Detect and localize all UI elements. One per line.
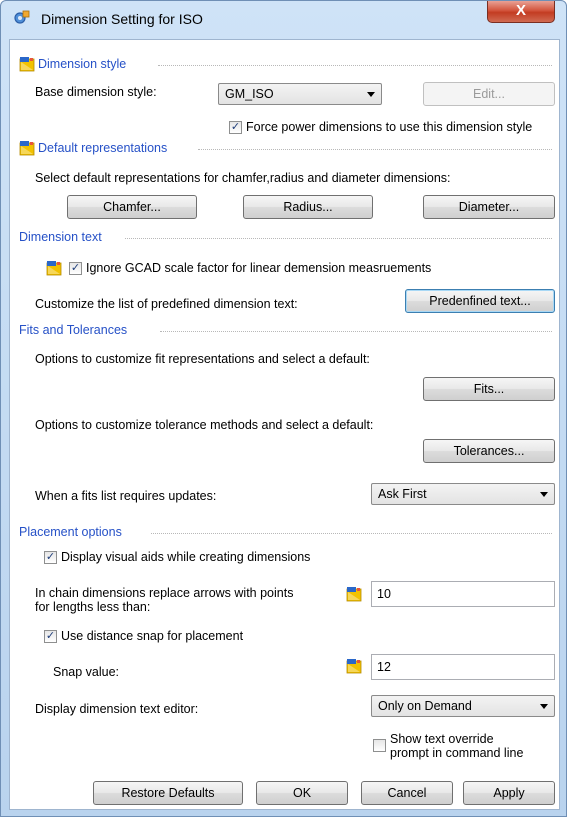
radius-button[interactable]: Radius... bbox=[243, 195, 373, 219]
section-heading: Fits and Tolerances bbox=[19, 323, 128, 337]
base-style-label: Base dimension style: bbox=[35, 85, 157, 99]
ignore-scale-checkbox[interactable]: ✓ bbox=[69, 262, 82, 275]
fits-description: Options to customize fit representations… bbox=[35, 352, 370, 366]
section-divider bbox=[160, 331, 552, 332]
chevron-down-icon bbox=[367, 92, 375, 97]
text-override-label-line1: Show text override bbox=[390, 732, 494, 746]
chevron-down-icon bbox=[540, 704, 548, 709]
visual-aids-label: Display visual aids while creating dimen… bbox=[61, 550, 311, 564]
gcad-setting-icon bbox=[19, 56, 36, 72]
ignore-scale-label: Ignore GCAD scale factor for linear deme… bbox=[86, 261, 432, 275]
section-divider bbox=[198, 149, 552, 150]
base-style-value: GM_ISO bbox=[225, 87, 274, 101]
tolerances-description: Options to customize tolerance methods a… bbox=[35, 418, 374, 432]
section-divider bbox=[158, 65, 552, 66]
distance-snap-label: Use distance snap for placement bbox=[61, 629, 244, 643]
section-heading: Dimension text bbox=[19, 230, 102, 244]
gcad-setting-icon bbox=[346, 658, 363, 674]
section-placement-options: Placement options bbox=[19, 525, 122, 541]
section-divider bbox=[151, 533, 552, 534]
gcad-setting-icon bbox=[46, 260, 63, 276]
chamfer-button[interactable]: Chamfer... bbox=[67, 195, 197, 219]
dialog-client-area: Dimension style Base dimension style: GM… bbox=[9, 39, 560, 810]
distance-snap-checkbox[interactable]: ✓ bbox=[44, 630, 57, 643]
customize-text-label: Customize the list of predefined dimensi… bbox=[35, 297, 298, 311]
section-heading: Default representations bbox=[38, 141, 168, 155]
gcad-setting-icon bbox=[19, 140, 36, 156]
base-style-select[interactable]: GM_ISO bbox=[218, 83, 382, 105]
snap-value-label: Snap value: bbox=[53, 665, 120, 679]
chevron-down-icon bbox=[540, 492, 548, 497]
apply-button[interactable]: Apply bbox=[463, 781, 555, 805]
text-override-checkbox[interactable]: ✓ bbox=[373, 739, 386, 752]
edit-button[interactable]: Edit... bbox=[423, 82, 555, 106]
section-heading: Placement options bbox=[19, 525, 122, 539]
chain-label-line1: In chain dimensions replace arrows with … bbox=[35, 586, 294, 600]
close-button[interactable]: X bbox=[487, 1, 555, 23]
chain-label-line2: for lengths less than: bbox=[35, 600, 151, 614]
cancel-button[interactable]: Cancel bbox=[361, 781, 453, 805]
snap-value-input[interactable]: 12 bbox=[371, 654, 555, 680]
force-power-checkbox[interactable]: ✓ bbox=[229, 121, 242, 134]
section-dimension-style: Dimension style bbox=[38, 57, 126, 73]
section-default-representations: Default representations bbox=[38, 141, 167, 157]
tolerances-button[interactable]: Tolerances... bbox=[423, 439, 555, 463]
ok-button[interactable]: OK bbox=[256, 781, 348, 805]
visual-aids-checkbox[interactable]: ✓ bbox=[44, 551, 57, 564]
text-editor-value: Only on Demand bbox=[378, 699, 472, 713]
section-fits-tolerances: Fits and Tolerances bbox=[19, 323, 127, 339]
text-editor-label: Display dimension text editor: bbox=[35, 702, 199, 716]
representations-description: Select default representations for chamf… bbox=[35, 171, 451, 185]
fits-update-value: Ask First bbox=[378, 487, 427, 501]
gear-app-icon bbox=[14, 10, 30, 24]
text-editor-select[interactable]: Only on Demand bbox=[371, 695, 555, 717]
fits-update-select[interactable]: Ask First bbox=[371, 483, 555, 505]
text-override-label-line2: prompt in command line bbox=[390, 746, 524, 760]
restore-defaults-button[interactable]: Restore Defaults bbox=[93, 781, 243, 805]
diameter-button[interactable]: Diameter... bbox=[423, 195, 555, 219]
fits-update-label: When a fits list requires updates: bbox=[35, 489, 217, 503]
chain-length-value: 10 bbox=[377, 587, 391, 601]
predefined-text-button[interactable]: Predenfined text... bbox=[405, 289, 555, 313]
section-divider bbox=[125, 238, 552, 239]
section-dimension-text: Dimension text bbox=[19, 230, 102, 246]
snap-value-value: 12 bbox=[377, 660, 391, 674]
section-heading: Dimension style bbox=[38, 57, 127, 71]
gcad-setting-icon bbox=[346, 586, 363, 602]
dialog-window: Dimension Setting for ISO X Dimension st… bbox=[0, 0, 567, 817]
fits-button[interactable]: Fits... bbox=[423, 377, 555, 401]
chain-length-input[interactable]: 10 bbox=[371, 581, 555, 607]
window-title: Dimension Setting for ISO bbox=[41, 11, 203, 27]
title-bar[interactable]: Dimension Setting for ISO X bbox=[1, 1, 566, 37]
force-power-label: Force power dimensions to use this dimen… bbox=[246, 120, 533, 134]
